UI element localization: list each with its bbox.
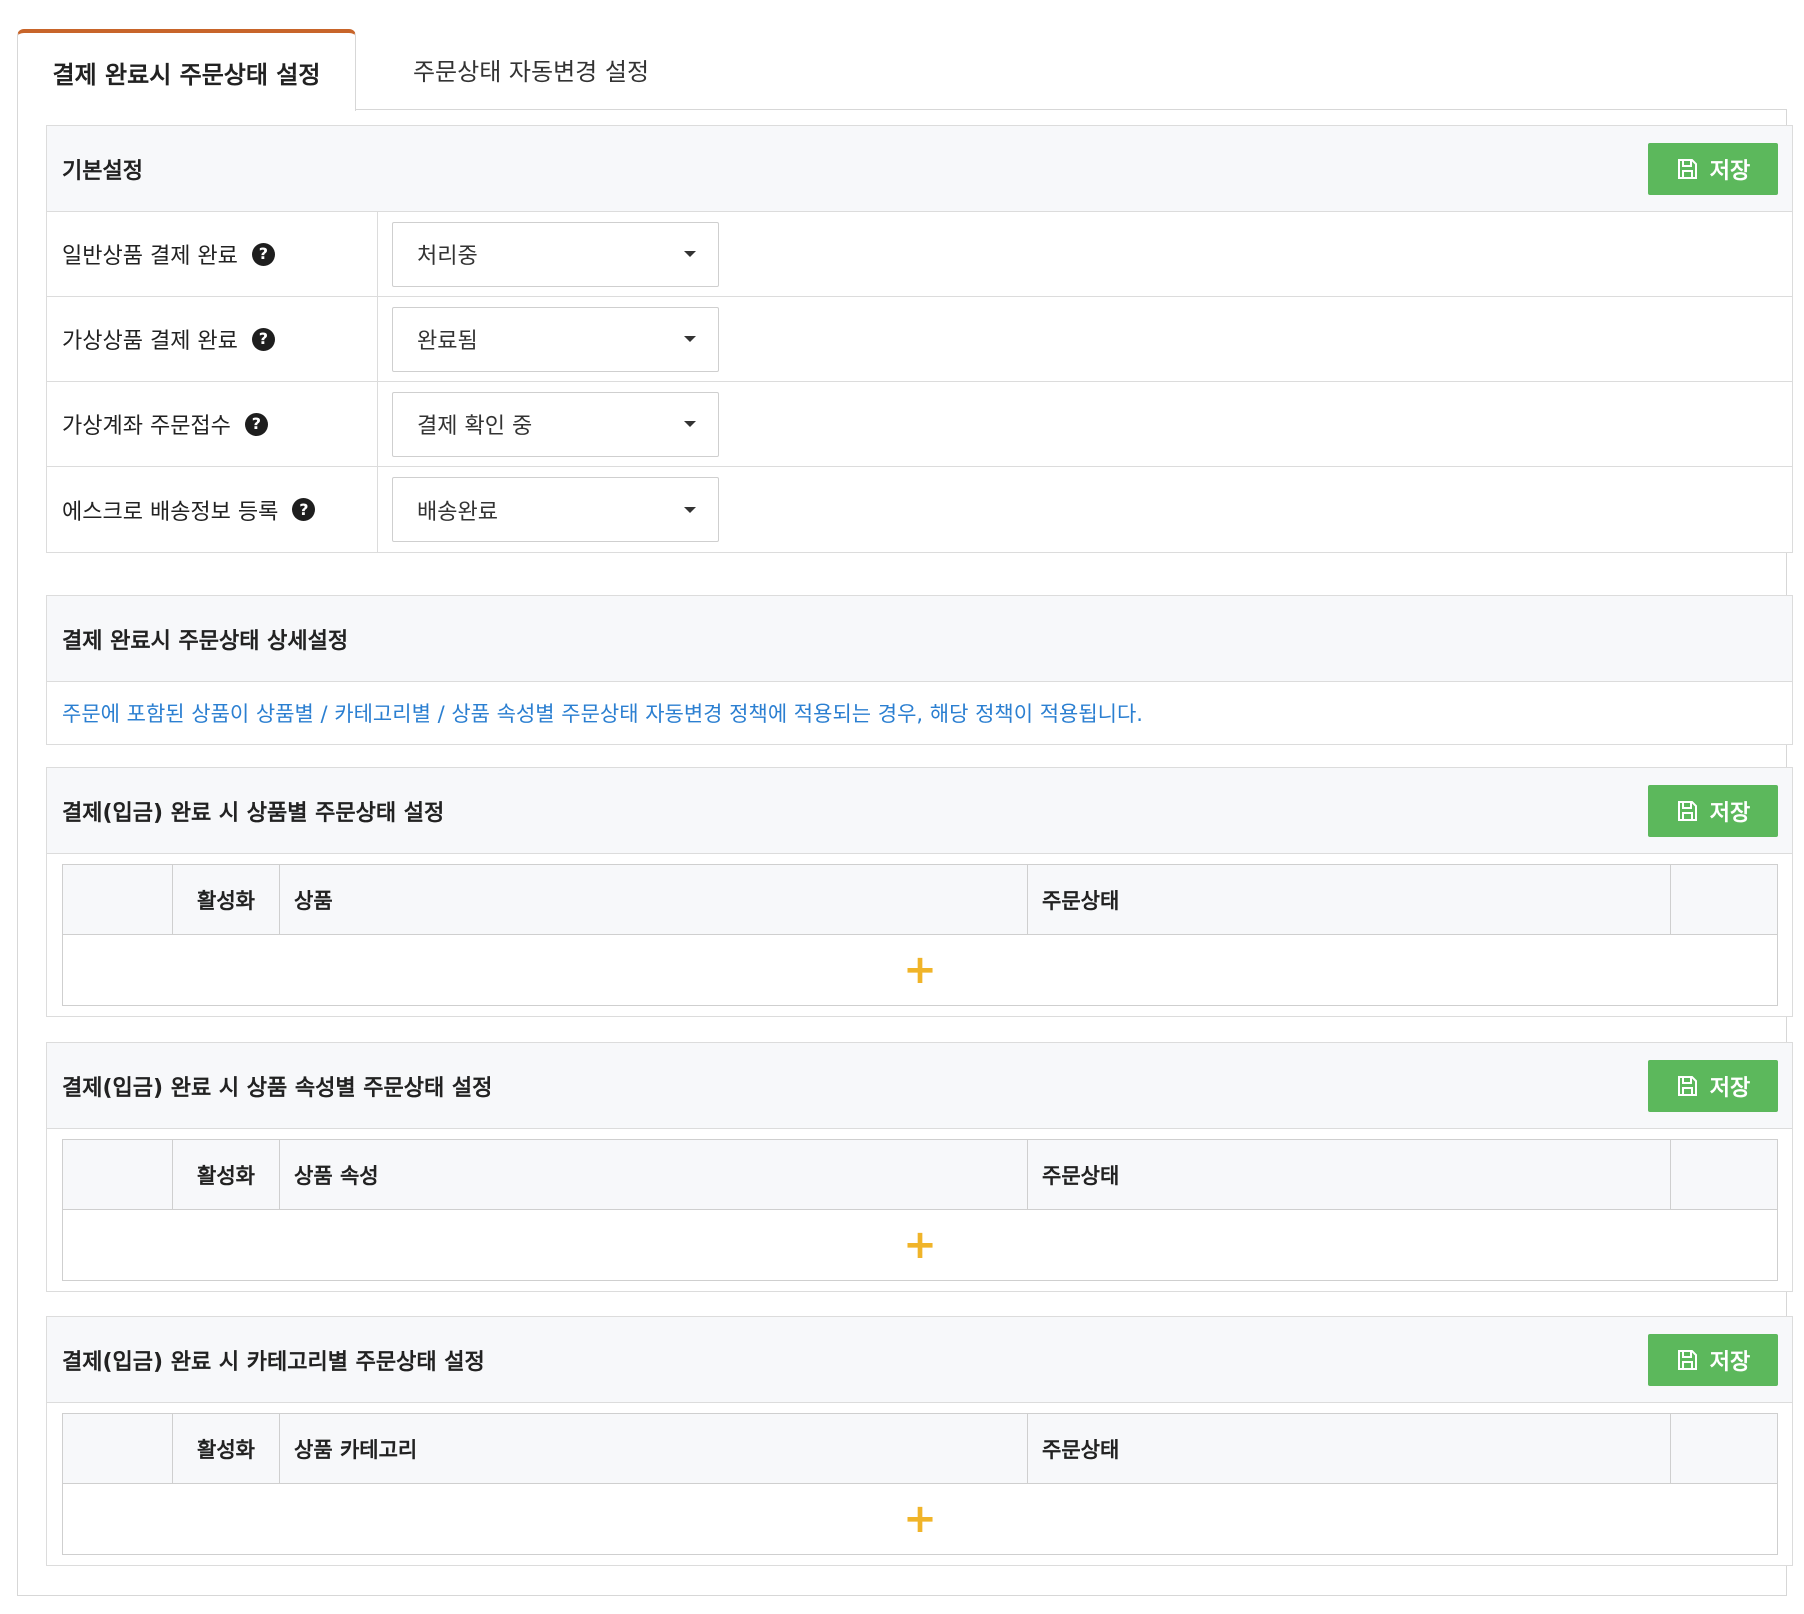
column-header-order-status: 주문상태	[1028, 1140, 1671, 1209]
save-button-label: 저장	[1709, 799, 1751, 825]
save-button-label: 저장	[1709, 1348, 1751, 1374]
section-header: 결제(입금) 완료 시 상품 속성별 주문상태 설정 저장	[47, 1043, 1792, 1129]
floppy-disk-icon	[1677, 158, 1697, 179]
column-header-active: 활성화	[173, 865, 280, 934]
column-header-actions	[1671, 1414, 1777, 1483]
caret-down-icon	[684, 251, 696, 257]
product-status-table: 활성화 상품 주문상태 +	[62, 864, 1778, 1006]
form-label: 일반상품 결제 완료 ?	[47, 212, 378, 296]
section-header: 결제(입금) 완료 시 카테고리별 주문상태 설정 저장	[47, 1317, 1792, 1403]
table-wrapper: 활성화 상품 속성 주문상태 +	[47, 1129, 1792, 1291]
column-header-active: 활성화	[173, 1140, 280, 1209]
attribute-status-section: 결제(입금) 완료 시 상품 속성별 주문상태 설정 저장 활성화 상품 속성 …	[46, 1042, 1793, 1292]
save-button[interactable]: 저장	[1648, 1059, 1778, 1112]
attribute-status-table: 활성화 상품 속성 주문상태 +	[62, 1139, 1778, 1281]
order-status-select[interactable]: 배송완료	[392, 477, 719, 542]
category-status-section: 결제(입금) 완료 시 카테고리별 주문상태 설정 저장 활성화 상품 카테고리…	[46, 1316, 1793, 1566]
category-status-table: 활성화 상품 카테고리 주문상태 +	[62, 1413, 1778, 1555]
question-circle-icon[interactable]: ?	[244, 412, 268, 436]
tab-label: 결제 완료시 주문상태 설정	[52, 60, 321, 89]
form-value: 완료됨	[378, 297, 1792, 381]
table-header: 활성화 상품 카테고리 주문상태	[63, 1414, 1777, 1484]
section-header: 기본설정 저장	[47, 126, 1792, 212]
label-text: 가상계좌 주문접수	[62, 414, 231, 439]
table-header: 활성화 상품 속성 주문상태	[63, 1140, 1777, 1210]
tab-panel: 기본설정 저장 일반상품 결제 완료 ? 처리중 가상상품 결제 완료 ? 완료…	[17, 109, 1793, 1596]
select-value: 처리중	[417, 244, 478, 269]
form-value: 결제 확인 중	[378, 382, 1792, 466]
order-status-select[interactable]: 처리중	[392, 221, 719, 287]
select-value: 결제 확인 중	[417, 414, 533, 439]
save-button[interactable]: 저장	[1648, 1333, 1778, 1386]
caret-down-icon	[684, 421, 696, 427]
table-body: +	[63, 1210, 1777, 1280]
form-row-virtual-product: 가상상품 결제 완료 ? 완료됨	[47, 297, 1792, 382]
save-button-label: 저장	[1709, 157, 1751, 183]
form-value: 배송완료	[378, 467, 1792, 552]
column-header-order-status: 주문상태	[1028, 1414, 1671, 1483]
tab-bar: 결제 완료시 주문상태 설정 주문상태 자동변경 설정	[17, 29, 1787, 111]
table-header: 활성화 상품 주문상태	[63, 865, 1777, 935]
caret-down-icon	[684, 506, 696, 513]
order-status-select[interactable]: 완료됨	[392, 306, 719, 372]
section-title: 결제(입금) 완료 시 상품별 주문상태 설정	[62, 800, 445, 826]
tab-label: 주문상태 자동변경 설정	[412, 58, 650, 86]
question-circle-icon[interactable]: ?	[251, 242, 275, 266]
plus-icon[interactable]: +	[903, 1499, 937, 1539]
floppy-disk-icon	[1677, 800, 1697, 821]
column-header-active: 활성화	[173, 1414, 280, 1483]
save-button[interactable]: 저장	[1648, 784, 1778, 837]
select-value: 배송완료	[417, 499, 498, 525]
table-wrapper: 활성화 상품 카테고리 주문상태 +	[47, 1403, 1792, 1565]
plus-icon[interactable]: +	[903, 950, 937, 990]
form-row-escrow: 에스크로 배송정보 등록 ? 배송완료	[47, 467, 1792, 552]
select-value: 완료됨	[417, 329, 478, 354]
form-label: 가상상품 결제 완료 ?	[47, 297, 378, 381]
product-status-section: 결제(입금) 완료 시 상품별 주문상태 설정 저장 활성화 상품 주문상태 +	[46, 767, 1793, 1017]
plus-icon[interactable]: +	[903, 1225, 937, 1265]
column-header-product: 상품	[280, 865, 1028, 934]
caret-down-icon	[684, 336, 696, 342]
label-text: 에스크로 배송정보 등록	[62, 499, 279, 525]
floppy-disk-icon	[1677, 1075, 1697, 1096]
detail-settings-section: 결제 완료시 주문상태 상세설정 주문에 포함된 상품이 상품별 / 카테고리별…	[46, 595, 1793, 745]
question-circle-icon[interactable]: ?	[251, 327, 275, 351]
policy-notice: 주문에 포함된 상품이 상품별 / 카테고리별 / 상품 속성별 주문상태 자동…	[62, 702, 1143, 726]
column-header-handle	[63, 865, 173, 934]
form-row-general-product: 일반상품 결제 완료 ? 처리중	[47, 212, 1792, 297]
floppy-disk-icon	[1677, 1349, 1697, 1370]
column-header-category: 상품 카테고리	[280, 1414, 1028, 1483]
form-label: 가상계좌 주문접수 ?	[47, 382, 378, 466]
label-text: 일반상품 결제 완료	[62, 244, 238, 269]
column-header-actions	[1671, 1140, 1777, 1209]
section-header: 결제(입금) 완료 시 상품별 주문상태 설정 저장	[47, 768, 1792, 854]
order-status-select[interactable]: 결제 확인 중	[392, 391, 719, 457]
column-header-order-status: 주문상태	[1028, 865, 1671, 934]
column-header-handle	[63, 1414, 173, 1483]
form-label: 에스크로 배송정보 등록 ?	[47, 467, 378, 552]
form-value: 처리중	[378, 212, 1792, 296]
tab-payment-order-status[interactable]: 결제 완료시 주문상태 설정	[17, 29, 356, 111]
column-header-attribute: 상품 속성	[280, 1140, 1028, 1209]
section-title: 결제 완료시 주문상태 상세설정	[62, 628, 349, 654]
save-button-label: 저장	[1709, 1074, 1751, 1100]
save-button[interactable]: 저장	[1648, 142, 1778, 195]
section-title: 결제(입금) 완료 시 카테고리별 주문상태 설정	[62, 1349, 485, 1375]
table-wrapper: 활성화 상품 주문상태 +	[47, 854, 1792, 1016]
column-header-actions	[1671, 865, 1777, 934]
column-header-handle	[63, 1140, 173, 1209]
basic-settings-section: 기본설정 저장 일반상품 결제 완료 ? 처리중 가상상품 결제 완료 ? 완료…	[46, 125, 1793, 553]
section-header: 결제 완료시 주문상태 상세설정	[47, 596, 1792, 682]
table-body: +	[63, 935, 1777, 1005]
section-title: 결제(입금) 완료 시 상품 속성별 주문상태 설정	[62, 1075, 493, 1101]
form-row-virtual-account: 가상계좌 주문접수 ? 결제 확인 중	[47, 382, 1792, 467]
table-body: +	[63, 1484, 1777, 1554]
question-circle-icon[interactable]: ?	[292, 498, 316, 521]
tab-auto-order-status[interactable]: 주문상태 자동변경 설정	[356, 29, 706, 110]
section-title: 기본설정	[62, 158, 143, 184]
label-text: 가상상품 결제 완료	[62, 329, 238, 354]
